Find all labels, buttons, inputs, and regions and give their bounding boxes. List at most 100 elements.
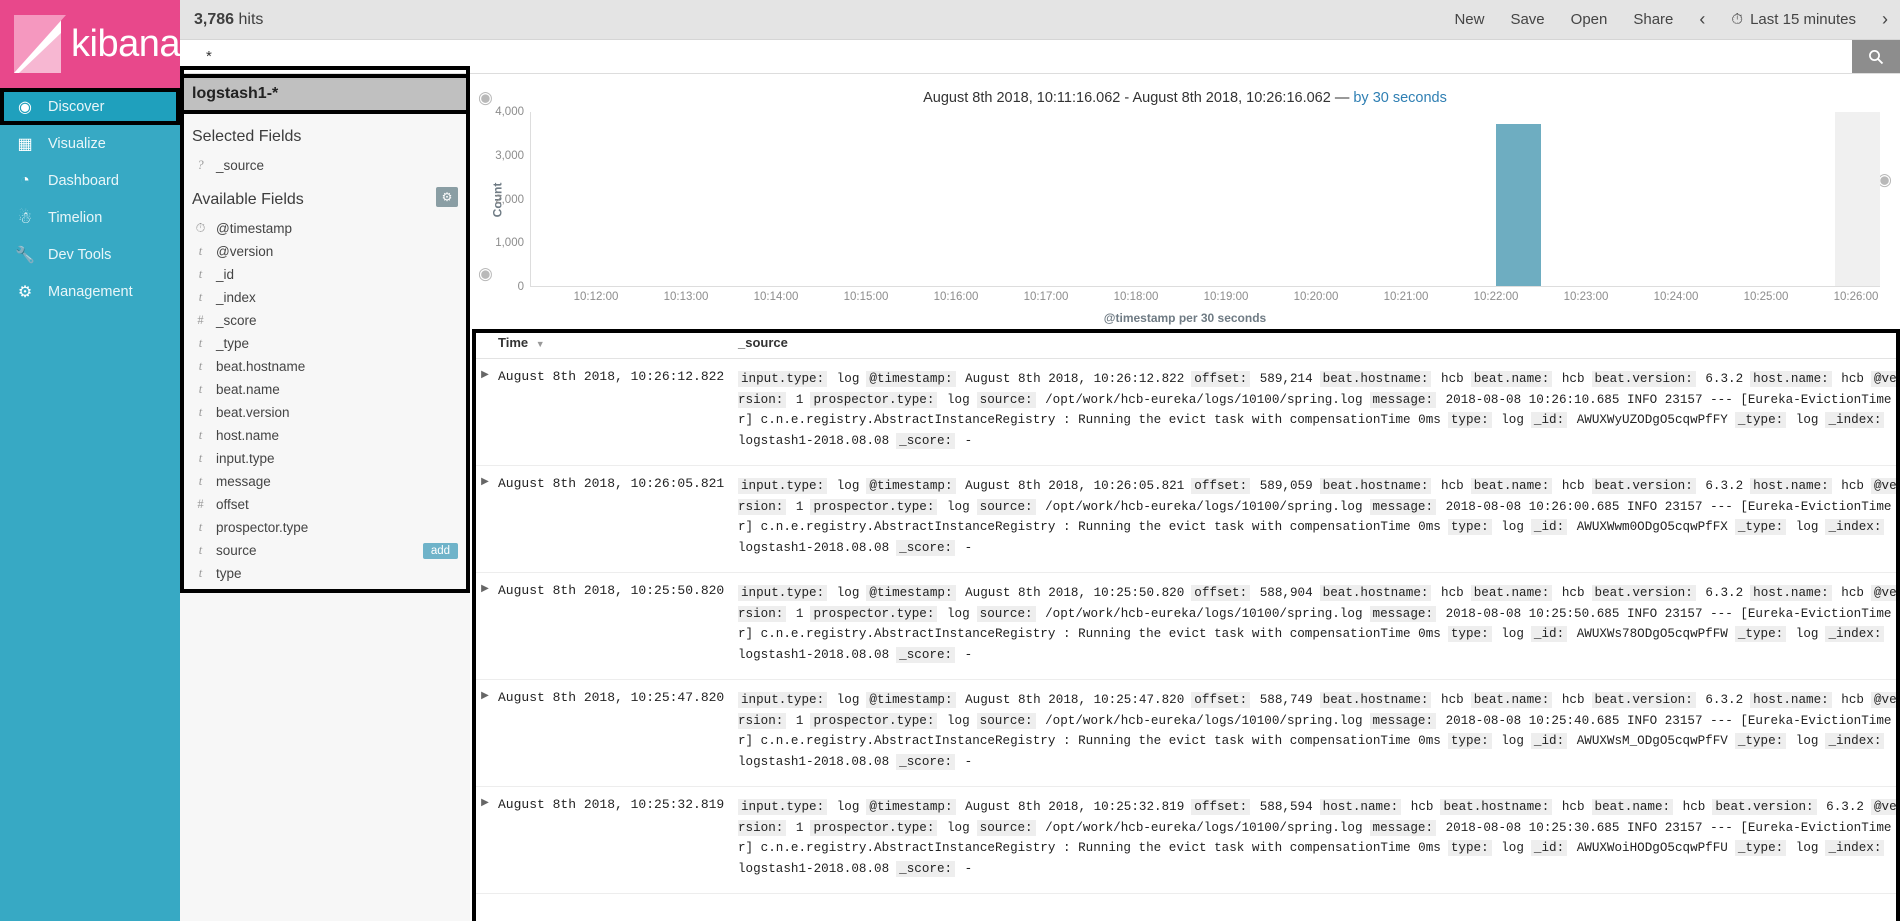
expand-row-icon[interactable]: ▶ <box>472 680 498 787</box>
source-field-key: source: <box>977 820 1036 836</box>
source-field-value: log <box>947 714 970 728</box>
sidebar-item-management[interactable]: ⚙Management <box>0 273 180 310</box>
field-item-beat-hostname[interactable]: tbeat.hostname <box>180 355 470 378</box>
field-item-source[interactable]: tsourceadd <box>180 539 470 562</box>
source-field-key: beat.name: <box>1471 478 1553 494</box>
source-field-key: _index: <box>1825 412 1884 428</box>
sidebar-item-timelion[interactable]: ☃Timelion <box>0 199 180 236</box>
field-item-beat-version[interactable]: tbeat.version <box>180 401 470 424</box>
table-row[interactable]: ▶August 8th 2018, 10:25:47.820input.type… <box>472 680 1900 787</box>
table-row[interactable]: ▶August 8th 2018, 10:25:50.820input.type… <box>472 573 1900 680</box>
time-picker[interactable]: ⏱ Last 15 minutes <box>1731 11 1856 28</box>
field-name: @version <box>216 244 273 259</box>
field-item-prospector-type[interactable]: tprospector.type <box>180 516 470 539</box>
x-tick-label: 10:18:00 <box>1114 291 1159 303</box>
source-field-key: beat.hostname: <box>1440 799 1552 815</box>
sidebar-item-discover[interactable]: ◉Discover <box>0 88 180 125</box>
source-field-value: AWUXWsM_ODgO5cqwPfFV <box>1577 734 1728 748</box>
field-type-icon: t <box>194 290 207 305</box>
source-field-value: 6.3.2 <box>1705 586 1743 600</box>
field-item-_score[interactable]: #_score <box>180 309 470 332</box>
index-pattern-selector[interactable]: logstash1-* <box>180 74 470 114</box>
source-field-key: input.type: <box>738 371 827 387</box>
field-item-offset[interactable]: #offset <box>180 493 470 516</box>
field-item-_type[interactable]: t_type <box>180 332 470 355</box>
time-column-header[interactable]: Time ▼ <box>498 329 738 359</box>
collapse-chart-icon[interactable]: ◉ <box>478 264 493 284</box>
source-field-value: hcb <box>1841 693 1864 707</box>
kibana-logo-icon <box>14 15 61 73</box>
source-field-key: _index: <box>1825 733 1884 749</box>
source-field-value: hcb <box>1841 372 1864 386</box>
selected-fields-title: Selected Fields <box>180 114 470 154</box>
table-row[interactable]: ▶August 8th 2018, 10:25:32.819input.type… <box>472 787 1900 894</box>
sort-desc-icon[interactable]: ▼ <box>536 339 545 349</box>
source-field-value: hcb <box>1441 586 1464 600</box>
field-item-host-name[interactable]: thost.name <box>180 424 470 447</box>
y-tick-label: 0 <box>518 281 524 293</box>
row-source: input.type: log@timestamp: August 8th 20… <box>738 680 1900 787</box>
new-button[interactable]: New <box>1454 11 1484 28</box>
table-row[interactable]: ▶August 8th 2018, 10:26:12.822input.type… <box>472 359 1900 466</box>
x-tick-label: 10:22:00 <box>1474 291 1519 303</box>
field-item--timestamp[interactable]: ⏱ @timestamp <box>180 217 470 240</box>
source-field-key: beat.name: <box>1471 371 1553 387</box>
source-field-value: - <box>965 755 973 769</box>
field-item-beat-name[interactable]: tbeat.name <box>180 378 470 401</box>
histogram-bars[interactable] <box>531 112 1880 286</box>
field-item-_id[interactable]: t_id <box>180 263 470 286</box>
table-row[interactable]: ▶August 8th 2018, 10:26:05.821input.type… <box>472 466 1900 573</box>
field-type-icon: t <box>194 405 207 420</box>
source-field-value: /opt/work/hcb-eureka/logs/10100/spring.l… <box>1045 500 1362 514</box>
source-field-key: beat.hostname: <box>1320 692 1432 708</box>
field-settings-gear-icon[interactable]: ⚙ <box>436 187 458 207</box>
source-field-value: logstash1-2018.08.08 <box>738 862 889 876</box>
compass-icon: ◉ <box>14 97 36 117</box>
hits-count: 3,786 hits <box>180 11 263 29</box>
sidebar-item-dev-tools[interactable]: 🔧Dev Tools <box>0 236 180 273</box>
source-field-value: AWUXWs78ODgO5cqwPfFW <box>1577 627 1728 641</box>
save-button[interactable]: Save <box>1510 11 1544 28</box>
add-field-button[interactable]: add <box>423 543 458 559</box>
x-tick-label: 10:12:00 <box>574 291 619 303</box>
field-item-input-type[interactable]: tinput.type <box>180 447 470 470</box>
histogram-time-range: August 8th 2018, 10:11:16.062 - August 8… <box>923 90 1353 106</box>
expand-row-icon[interactable]: ▶ <box>472 466 498 573</box>
x-tick-label: 10:23:00 <box>1564 291 1609 303</box>
source-field-key: _index: <box>1825 840 1884 856</box>
interval-link[interactable]: by 30 seconds <box>1353 90 1447 106</box>
field-name: message <box>216 474 271 489</box>
search-button[interactable] <box>1852 40 1900 73</box>
field-type-icon: ⏱ <box>194 221 207 236</box>
time-prev-button[interactable]: ‹ <box>1699 9 1705 30</box>
y-tick-label: 2,000 <box>495 194 524 206</box>
collapse-left-icon[interactable]: ◉ <box>478 88 493 108</box>
time-next-button[interactable]: › <box>1882 9 1888 30</box>
expand-row-icon[interactable]: ▶ <box>472 359 498 466</box>
field-item-_index[interactable]: t _index <box>180 286 470 309</box>
field-type-icon: t <box>194 543 207 558</box>
source-field-value: hcb <box>1841 479 1864 493</box>
source-field-value: log <box>1501 841 1524 855</box>
source-field-key: prospector.type: <box>810 499 937 515</box>
source-field-value: /opt/work/hcb-eureka/logs/10100/spring.l… <box>1045 821 1362 835</box>
histogram-bar[interactable] <box>1496 124 1541 286</box>
expand-row-icon[interactable]: ▶ <box>472 787 498 894</box>
field-item--version[interactable]: t@version <box>180 240 470 263</box>
field-name: @timestamp <box>216 221 292 236</box>
sidebar-item-visualize[interactable]: ▦Visualize <box>0 125 180 162</box>
row-time: August 8th 2018, 10:26:05.821 <box>498 466 738 573</box>
row-time: August 8th 2018, 10:25:32.819 <box>498 787 738 894</box>
source-field-key: _score: <box>896 647 955 663</box>
field-item-_source[interactable]: ?_source <box>180 154 470 177</box>
expand-row-icon[interactable]: ▶ <box>472 573 498 680</box>
sidebar-item-label: Management <box>48 284 133 300</box>
search-input[interactable] <box>180 40 1852 73</box>
sidebar-item-dashboard[interactable]: ◔Dashboard <box>0 162 180 199</box>
field-item-message[interactable]: tmessage <box>180 470 470 493</box>
field-item-type[interactable]: ttype <box>180 562 470 585</box>
row-source: input.type: log@timestamp: August 8th 20… <box>738 787 1900 894</box>
share-button[interactable]: Share <box>1633 11 1673 28</box>
field-name: _index <box>216 290 256 305</box>
open-button[interactable]: Open <box>1571 11 1608 28</box>
